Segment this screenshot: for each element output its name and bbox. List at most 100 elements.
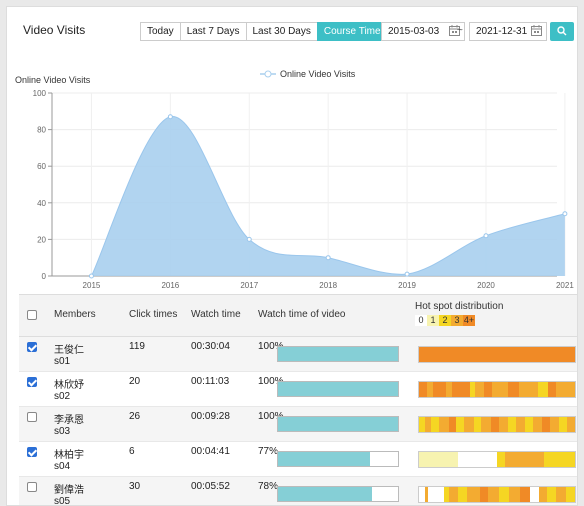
hotspot-segment [433, 382, 446, 397]
y-tick-label: 20 [37, 235, 46, 244]
watch-progress-bar [277, 346, 399, 362]
x-tick-label: 2016 [161, 281, 179, 289]
range-today-button[interactable]: Today [140, 22, 181, 41]
hotspot-segment [515, 417, 526, 432]
watch-progress-bar [277, 416, 399, 432]
watch-time: 00:11:03 [191, 376, 230, 387]
hotspot-segment [556, 487, 566, 502]
watch-percent: 78% [258, 481, 279, 492]
chart-title: Online Video Visits [15, 75, 91, 85]
member-name: 李承恩 [54, 415, 84, 426]
click-times: 26 [129, 411, 141, 422]
hotspot-legend-item: 2 [439, 315, 451, 326]
hotspot-segment [464, 417, 474, 432]
y-tick-label: 100 [33, 89, 47, 98]
hotspot-segment [496, 452, 505, 467]
hotspot-segment [567, 417, 575, 432]
hotspot-segment [498, 487, 510, 502]
hotspot-strip [418, 416, 576, 433]
col-hotspot: Hot spot distribution [415, 301, 504, 312]
member-name: 林柏宇 [54, 450, 84, 461]
click-times: 30 [129, 481, 141, 492]
data-point [483, 233, 489, 239]
hotspot-segment [518, 382, 538, 397]
member-name: 林欣妤 [54, 380, 84, 391]
table-row: 李承恩 s03 26 00:09:28 100% [19, 407, 577, 442]
row-checkbox[interactable] [27, 447, 37, 457]
visits-area-chart: Online Video Visits Online Video Visits 0 2… [15, 69, 574, 289]
watch-progress-fill [278, 417, 398, 431]
row-checkbox[interactable] [27, 482, 37, 492]
range-30days-button[interactable]: Last 30 Days [245, 22, 318, 41]
hotspot-legend: 0 1 2 3 4+ [415, 315, 503, 326]
hotspot-segment [490, 417, 499, 432]
click-times: 119 [129, 341, 145, 352]
x-tick-label: 2020 [477, 281, 495, 289]
end-date-input[interactable]: 2021-12-31 [469, 22, 547, 41]
hotspot-segment [529, 487, 540, 502]
hotspot-segment [484, 382, 493, 397]
select-all-checkbox[interactable] [27, 310, 37, 320]
hotspot-strip [418, 381, 576, 398]
hotspot-segment [439, 417, 449, 432]
hotspot-segment [487, 487, 499, 502]
data-point [404, 271, 410, 277]
hotspot-segment [492, 382, 508, 397]
range-button-group: Today Last 7 Days Last 30 Days Course Ti… [140, 22, 388, 41]
watch-time: 00:05:52 [191, 481, 230, 492]
hotspot-segment [539, 487, 547, 502]
col-watch-time-of-video: Watch time of video [258, 309, 346, 320]
hotspot-segment [431, 417, 440, 432]
hotspot-segment [479, 487, 488, 502]
watch-time: 00:04:41 [191, 446, 230, 457]
hotspot-segment [467, 487, 480, 502]
watch-time: 00:30:04 [191, 341, 230, 352]
table-row: 林欣妤 s02 20 00:11:03 100% [19, 372, 577, 407]
hotspot-segment [556, 382, 575, 397]
hotspot-segment [476, 452, 497, 467]
watch-progress-bar [277, 451, 399, 467]
hotspot-strip [418, 486, 576, 503]
members-table: Members Click times Watch time Watch tim… [19, 294, 577, 505]
row-checkbox[interactable] [27, 412, 37, 422]
hotspot-segment [525, 417, 533, 432]
calendar-icon[interactable] [531, 25, 542, 36]
search-button[interactable] [550, 22, 574, 41]
hotspot-segment [419, 382, 427, 397]
watch-progress-fill [278, 452, 371, 466]
hotspot-segment [481, 417, 491, 432]
y-tick-label: 0 [42, 272, 47, 281]
table-row: 林柏宇 s04 6 00:04:41 77% [19, 442, 577, 477]
watch-progress-fill [278, 382, 398, 396]
hotspot-legend-item: 0 [415, 315, 427, 326]
hotspot-strip [418, 346, 576, 363]
hotspot-segment [448, 487, 458, 502]
x-tick-label: 2021 [556, 281, 574, 289]
x-tick-label: 2018 [319, 281, 337, 289]
start-date-value: 2015-03-03 [388, 26, 440, 37]
hotspot-segment [473, 417, 482, 432]
data-point [246, 236, 252, 242]
hotspot-segment [428, 487, 444, 502]
hotspot-segment [475, 382, 485, 397]
hotspot-segment [546, 487, 557, 502]
range-7days-button[interactable]: Last 7 Days [179, 22, 247, 41]
hotspot-segment [451, 382, 471, 397]
watch-progress-fill [278, 347, 398, 361]
watch-time: 00:09:28 [191, 411, 230, 422]
x-tick-label: 2019 [398, 281, 416, 289]
page-title: Video Visits [23, 23, 86, 37]
y-tick-label: 40 [37, 199, 46, 208]
search-icon [557, 26, 567, 36]
click-times: 20 [129, 376, 141, 387]
data-point [325, 255, 331, 261]
hotspot-segment [537, 382, 549, 397]
watch-progress-bar [277, 486, 399, 502]
hotspot-strip [418, 451, 576, 468]
range-course-time-button[interactable]: Course Time [316, 22, 388, 41]
col-watch-time: Watch time [191, 309, 241, 320]
row-checkbox[interactable] [27, 342, 37, 352]
hotspot-segment [559, 417, 568, 432]
start-date-input[interactable]: 2015-03-03 [381, 22, 465, 41]
row-checkbox[interactable] [27, 377, 37, 387]
